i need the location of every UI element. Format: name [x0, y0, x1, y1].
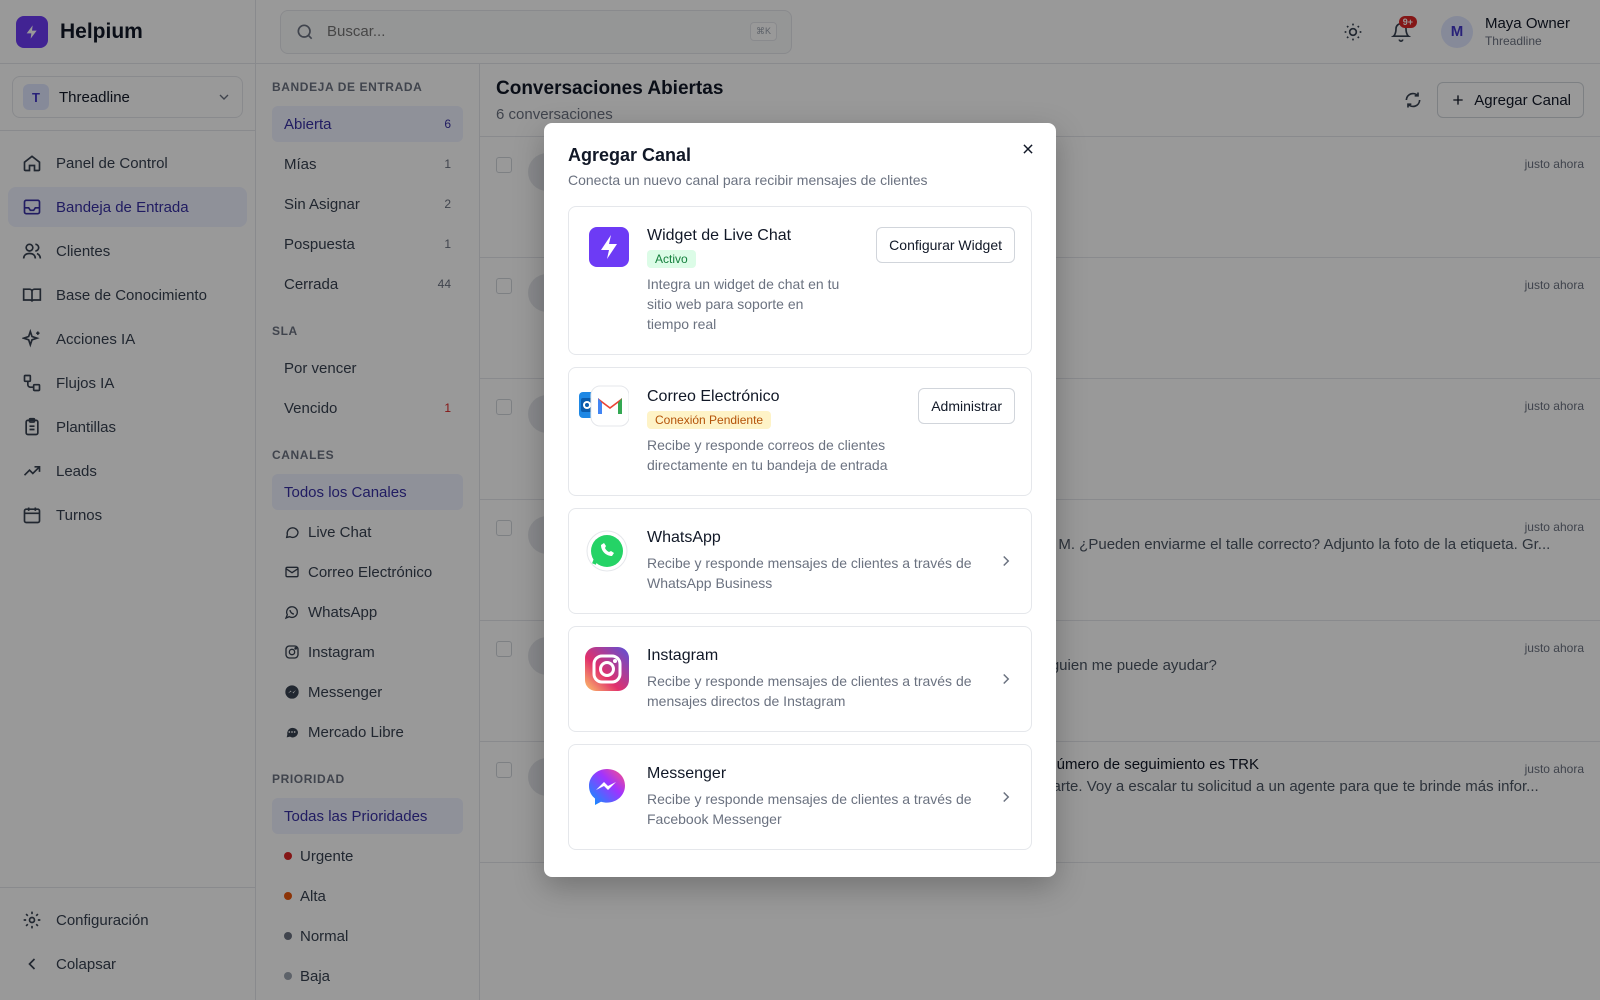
live-chat-widget-icon	[585, 227, 633, 334]
channel-name: Messenger	[647, 765, 727, 782]
chevron-right-icon	[1003, 673, 1010, 685]
chevron-right-icon	[1003, 791, 1010, 803]
channel-card-instagram[interactable]: Instagram Recibe y responde mensajes de …	[568, 626, 1032, 732]
channel-card-messenger[interactable]: Messenger Recibe y responde mensajes de …	[568, 744, 1032, 850]
status-badge: Activo	[647, 250, 696, 268]
instagram-icon	[585, 647, 633, 711]
channel-description: Recibe y responde mensajes de clientes a…	[647, 673, 972, 709]
messenger-icon	[585, 765, 633, 829]
dialog-subtitle: Conecta un nuevo canal para recibir mens…	[568, 172, 928, 188]
channel-name: Correo Electrónico	[647, 388, 780, 405]
close-button[interactable]	[1016, 137, 1040, 161]
channel-card-live-chat: Widget de Live Chat Activo Integra un wi…	[568, 206, 1032, 355]
add-channel-dialog: Agregar Canal Conecta un nuevo canal par…	[544, 123, 1056, 877]
channel-description: Recibe y responde mensajes de clientes a…	[647, 791, 972, 827]
channel-description: Integra un widget de chat en tu sitio we…	[647, 276, 840, 332]
channel-name: Instagram	[647, 647, 719, 664]
channel-name: Widget de Live Chat	[647, 227, 792, 244]
configure-widget-button[interactable]: Configurar Widget	[876, 227, 1015, 263]
manage-email-button[interactable]: Administrar	[918, 388, 1015, 424]
channel-description: Recibe y responde correos de clientes di…	[647, 437, 888, 473]
email-providers-icon	[579, 385, 633, 475]
close-icon	[1023, 144, 1033, 154]
channel-card-email: Correo Electrónico Conexión Pendiente Re…	[568, 367, 1032, 496]
whatsapp-icon	[585, 529, 633, 593]
channel-description: Recibe y responde mensajes de clientes a…	[647, 555, 972, 591]
channel-name: WhatsApp	[647, 529, 721, 546]
dialog-title: Agregar Canal	[568, 145, 692, 165]
channel-card-whatsapp[interactable]: WhatsApp Recibe y responde mensajes de c…	[568, 508, 1032, 614]
status-badge: Conexión Pendiente	[647, 411, 772, 429]
chevron-right-icon	[1003, 555, 1010, 567]
